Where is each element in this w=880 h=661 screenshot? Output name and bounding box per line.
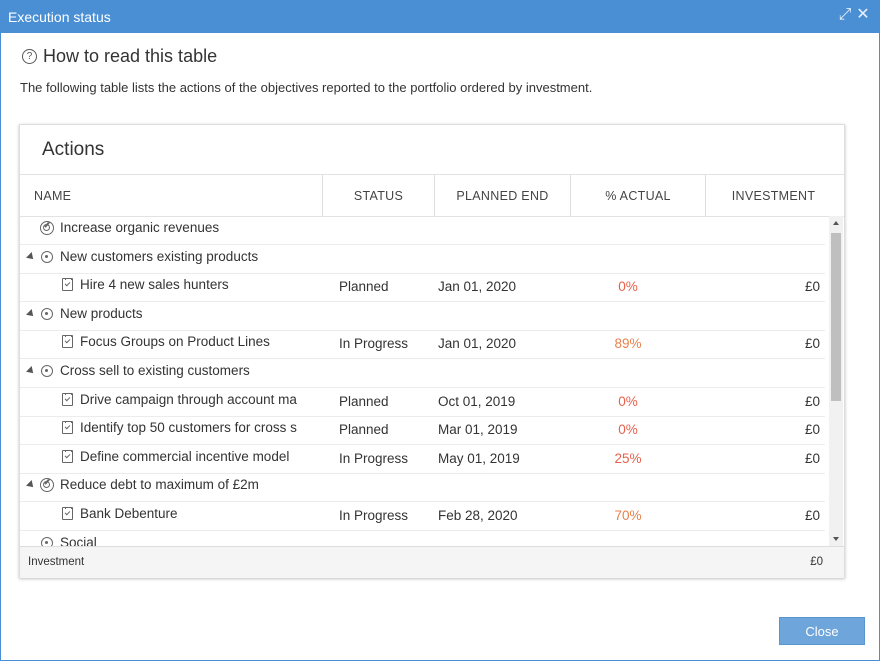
table-row-objective[interactable]: Increase organic revenues <box>20 216 825 245</box>
target-icon <box>40 221 54 235</box>
objective-icon <box>41 250 53 263</box>
row-percent-actual: 89% <box>614 336 642 352</box>
row-name: Drive campaign through account ma <box>80 391 297 407</box>
row-planned-end: Feb 28, 2020 <box>438 508 518 523</box>
row-status: Planned <box>339 393 389 409</box>
row-planned-end: Jan 01, 2020 <box>438 279 517 295</box>
table-row-action[interactable]: Bank Debenture In Progress Feb 28, 2020 70%… <box>20 502 825 531</box>
row-status: In Progress <box>339 450 409 466</box>
row-investment: £0 <box>804 508 820 523</box>
row-name: New customers existing products <box>60 248 259 264</box>
table-row-objective[interactable]: Social <box>20 531 825 546</box>
row-name: New products <box>60 305 143 321</box>
target-icon <box>40 478 54 493</box>
column-header-name[interactable]: NAME <box>20 175 322 216</box>
expand-triangle-icon[interactable] <box>26 480 36 491</box>
expand-triangle-icon[interactable] <box>26 251 36 262</box>
row-planned-end: Mar 01, 2019 <box>438 422 518 438</box>
row-status: In Progress <box>339 508 409 523</box>
panel-title: Actions <box>42 139 105 160</box>
clipboard-check-icon <box>62 421 73 435</box>
table-row-objective[interactable]: New customers existing products <box>20 245 825 274</box>
row-investment: £0 <box>804 422 820 438</box>
window-title: Execution status <box>8 9 111 25</box>
objective-icon <box>41 536 53 546</box>
table-body: Increase organic revenues New customers e… <box>20 216 844 546</box>
clipboard-check-icon <box>62 392 73 406</box>
row-name: Hire 4 new sales hunters <box>80 277 229 293</box>
row-name: Cross sell to existing customers <box>60 363 250 378</box>
scroll-thumb[interactable] <box>831 233 841 401</box>
expand-triangle-icon[interactable] <box>26 308 36 319</box>
row-investment: £0 <box>804 393 820 409</box>
table-row-action[interactable]: Hire 4 new sales hunters Planned Jan 01, 2… <box>20 273 825 303</box>
row-percent-actual: 25% <box>614 450 642 466</box>
row-investment: £0 <box>804 279 820 295</box>
row-percent-actual: 70% <box>614 508 642 523</box>
row-planned-end: May 01, 2019 <box>438 450 520 466</box>
table-row-action[interactable]: Identify top 50 customers for cross s Pla… <box>20 416 825 446</box>
row-status: Planned <box>339 279 389 295</box>
row-investment: £0 <box>804 336 820 352</box>
close-icon[interactable]: ✕ <box>855 6 871 24</box>
column-header-planned-end[interactable]: PLANNED END <box>434 175 570 216</box>
column-header-investment[interactable]: INVESTMENT <box>705 175 841 216</box>
row-name: Define commercial incentive model <box>80 448 290 464</box>
row-name: Social <box>60 534 97 546</box>
row-status: Planned <box>339 422 389 438</box>
clipboard-check-icon <box>62 335 73 349</box>
objective-icon <box>41 365 53 377</box>
column-header-actual[interactable]: % ACTUAL <box>570 175 705 216</box>
table-row-objective[interactable]: Cross sell to existing customers <box>20 359 825 388</box>
scroll-down-arrow-icon[interactable] <box>833 537 839 541</box>
row-name: Identify top 50 customers for cross s <box>80 420 297 436</box>
expand-icon[interactable]: ⤢ <box>837 6 853 24</box>
row-name: Reduce debt to maximum of £2m <box>60 477 259 493</box>
help-heading: ? How to read this table <box>22 46 217 67</box>
row-status: In Progress <box>339 336 409 352</box>
clipboard-check-icon <box>62 449 73 463</box>
close-button[interactable]: Close <box>779 617 865 645</box>
row-investment: £0 <box>804 450 820 466</box>
table-row-action[interactable]: Define commercial incentive model In Prog… <box>20 445 825 474</box>
row-name: Focus Groups on Product Lines <box>80 334 270 350</box>
help-description: The following table lists the actions of… <box>20 80 593 95</box>
window-titlebar: Execution status ⤢ ✕ <box>0 0 880 33</box>
scroll-up-arrow-icon[interactable] <box>833 221 839 225</box>
table-footer: Investment £0 <box>20 546 844 578</box>
help-icon: ? <box>22 49 37 64</box>
table-row-objective[interactable]: Reduce debt to maximum of £2m <box>20 473 825 503</box>
vertical-scrollbar[interactable] <box>829 216 843 546</box>
objective-icon <box>41 307 53 320</box>
column-header-status[interactable]: STATUS <box>322 175 434 216</box>
row-planned-end: Jan 01, 2020 <box>438 336 517 352</box>
help-heading-text: How to read this table <box>43 46 218 66</box>
table-row-action[interactable]: Focus Groups on Product Lines In Progress… <box>20 330 825 360</box>
table-row-action[interactable]: Drive campaign through account ma Planned… <box>20 388 825 417</box>
footer-total: £0 <box>810 556 823 568</box>
row-name: Increase organic revenues <box>60 220 220 235</box>
table-header: NAME STATUS PLANNED END % ACTUAL INVESTM… <box>20 174 844 217</box>
clipboard-check-icon <box>62 507 73 520</box>
actions-panel: Actions NAME STATUS PLANNED END % ACTUAL… <box>19 124 845 578</box>
expand-triangle-icon[interactable] <box>26 366 36 376</box>
row-percent-actual: 0% <box>618 393 638 409</box>
row-planned-end: Oct 01, 2019 <box>438 393 516 409</box>
row-name: Bank Debenture <box>80 506 178 521</box>
clipboard-check-icon <box>62 278 73 292</box>
table-row-objective[interactable]: New products <box>20 302 825 331</box>
row-percent-actual: 0% <box>618 422 638 438</box>
row-percent-actual: 0% <box>618 279 638 295</box>
footer-label: Investment <box>28 556 85 568</box>
